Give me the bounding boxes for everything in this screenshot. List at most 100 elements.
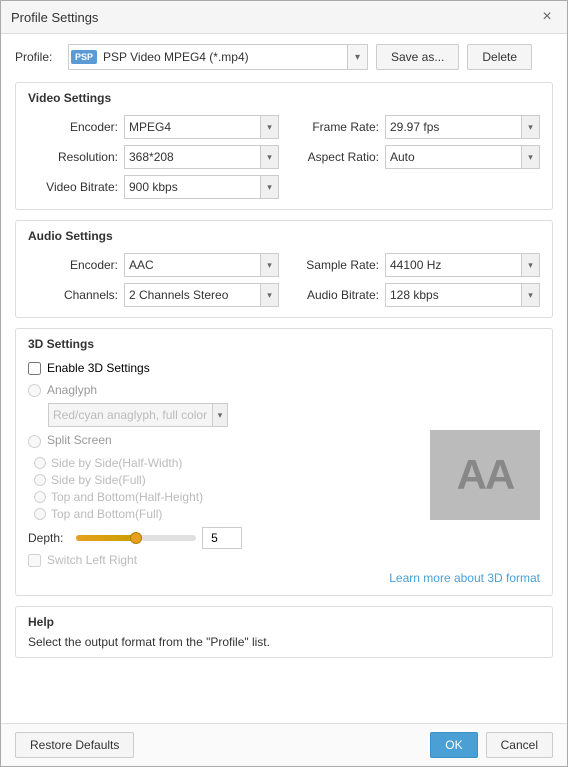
audio-settings-title: Audio Settings xyxy=(28,229,540,243)
channels-label: Channels: xyxy=(28,288,118,302)
restore-defaults-button[interactable]: Restore Defaults xyxy=(15,732,134,758)
option-top-bottom-half-radio[interactable] xyxy=(34,491,46,503)
resolution-label: Resolution: xyxy=(28,150,118,164)
learn-more-row: Learn more about 3D format xyxy=(28,571,540,585)
encoder-row: Encoder: MPEG4 ▾ xyxy=(28,115,279,139)
anaglyph-select[interactable]: Red/cyan anaglyph, full color xyxy=(49,408,212,422)
audio-bitrate-select[interactable]: 128 kbps xyxy=(386,288,521,302)
3d-preview: AA xyxy=(430,383,540,567)
profile-icon: PSP xyxy=(71,50,97,64)
video-bitrate-select[interactable]: 900 kbps xyxy=(125,180,260,194)
depth-thumb[interactable] xyxy=(130,532,142,544)
frame-rate-select[interactable]: 29.97 fps xyxy=(386,120,521,134)
option-side-by-side-half: Side by Side(Half-Width) xyxy=(34,456,420,470)
video-bitrate-select-wrapper[interactable]: 900 kbps ▾ xyxy=(124,175,279,199)
frame-rate-select-wrapper[interactable]: 29.97 fps ▾ xyxy=(385,115,540,139)
help-section: Help Select the output format from the "… xyxy=(15,606,553,658)
anaglyph-row: Anaglyph xyxy=(28,383,420,397)
learn-more-link[interactable]: Learn more about 3D format xyxy=(389,571,540,585)
profile-settings-dialog: Profile Settings × Profile: PSP PSP Vide… xyxy=(0,0,568,767)
help-title: Help xyxy=(28,615,540,629)
split-screen-label: Split Screen xyxy=(47,433,112,447)
enable-3d-checkbox[interactable] xyxy=(28,362,41,375)
resolution-select-wrapper[interactable]: 368*208 ▾ xyxy=(124,145,279,169)
help-text: Select the output format from the "Profi… xyxy=(28,635,540,649)
audio-encoder-select-wrapper[interactable]: AAC ▾ xyxy=(124,253,279,277)
option-top-bottom-half-label: Top and Bottom(Half-Height) xyxy=(51,490,203,504)
option-side-by-side-full: Side by Side(Full) xyxy=(34,473,420,487)
dialog-content: Profile: PSP PSP Video MPEG4 (*.mp4) ▾ S… xyxy=(1,34,567,723)
depth-input[interactable] xyxy=(202,527,242,549)
video-settings-grid: Encoder: MPEG4 ▾ Frame Rate: 29.97 fps xyxy=(28,115,540,199)
video-bitrate-label: Video Bitrate: xyxy=(28,180,118,194)
option-top-bottom-full-label: Top and Bottom(Full) xyxy=(51,507,162,521)
option-side-by-side-half-radio[interactable] xyxy=(34,457,46,469)
3d-left: Anaglyph Red/cyan anaglyph, full color ▾ xyxy=(28,383,420,567)
encoder-select-wrapper[interactable]: MPEG4 ▾ xyxy=(124,115,279,139)
profile-select-wrapper[interactable]: PSP PSP Video MPEG4 (*.mp4) ▾ xyxy=(68,44,368,70)
sample-rate-select-wrapper[interactable]: 44100 Hz ▾ xyxy=(385,253,540,277)
depth-fill xyxy=(76,535,136,541)
aspect-ratio-select-wrapper[interactable]: Auto ▾ xyxy=(385,145,540,169)
aspect-ratio-row: Aspect Ratio: Auto ▾ xyxy=(289,145,540,169)
aspect-ratio-label: Aspect Ratio: xyxy=(289,150,379,164)
delete-button[interactable]: Delete xyxy=(467,44,532,70)
sample-rate-row: Sample Rate: 44100 Hz ▾ xyxy=(289,253,540,277)
audio-encoder-select[interactable]: AAC xyxy=(125,258,260,272)
switch-label: Switch Left Right xyxy=(47,553,137,567)
channels-select-wrapper[interactable]: 2 Channels Stereo ▾ xyxy=(124,283,279,307)
preview-aa-text: AA xyxy=(457,451,514,499)
depth-label: Depth: xyxy=(28,531,70,545)
audio-bitrate-row: Audio Bitrate: 128 kbps ▾ xyxy=(289,283,540,307)
split-screen-row: Split Screen xyxy=(28,433,420,450)
footer: Restore Defaults OK Cancel xyxy=(1,723,567,766)
sample-rate-arrow: ▾ xyxy=(521,254,539,276)
aspect-ratio-select[interactable]: Auto xyxy=(386,150,521,164)
title-bar: Profile Settings × xyxy=(1,1,567,34)
video-settings-title: Video Settings xyxy=(28,91,540,105)
option-side-by-side-half-label: Side by Side(Half-Width) xyxy=(51,456,182,470)
encoder-arrow: ▾ xyxy=(260,116,278,138)
switch-checkbox[interactable] xyxy=(28,554,41,567)
depth-row: Depth: xyxy=(28,527,420,549)
save-as-button[interactable]: Save as... xyxy=(376,44,459,70)
profile-label: Profile: xyxy=(15,50,60,64)
ok-button[interactable]: OK xyxy=(430,732,477,758)
audio-bitrate-select-wrapper[interactable]: 128 kbps ▾ xyxy=(385,283,540,307)
dialog-title: Profile Settings xyxy=(11,10,98,25)
depth-track[interactable] xyxy=(76,535,196,541)
audio-encoder-label: Encoder: xyxy=(28,258,118,272)
encoder-label: Encoder: xyxy=(28,120,118,134)
channels-select[interactable]: 2 Channels Stereo xyxy=(125,288,260,302)
preview-box: AA xyxy=(430,430,540,520)
resolution-select[interactable]: 368*208 xyxy=(125,150,260,164)
resolution-row: Resolution: 368*208 ▾ xyxy=(28,145,279,169)
frame-rate-arrow: ▾ xyxy=(521,116,539,138)
option-top-bottom-half: Top and Bottom(Half-Height) xyxy=(34,490,420,504)
video-settings-section: Video Settings Encoder: MPEG4 ▾ Frame Ra… xyxy=(15,82,553,210)
cancel-button[interactable]: Cancel xyxy=(486,732,553,758)
frame-rate-row: Frame Rate: 29.97 fps ▾ xyxy=(289,115,540,139)
enable-3d-row: Enable 3D Settings xyxy=(28,361,540,375)
profile-select[interactable]: PSP Video MPEG4 (*.mp4) xyxy=(99,50,347,64)
anaglyph-arrow: ▾ xyxy=(212,404,227,426)
anaglyph-select-wrapper[interactable]: Red/cyan anaglyph, full color ▾ xyxy=(48,403,228,427)
anaglyph-radio[interactable] xyxy=(28,384,41,397)
encoder-select[interactable]: MPEG4 xyxy=(125,120,260,134)
switch-row: Switch Left Right xyxy=(28,553,420,567)
audio-encoder-row: Encoder: AAC ▾ xyxy=(28,253,279,277)
audio-settings-section: Audio Settings Encoder: AAC ▾ Sample Rat… xyxy=(15,220,553,318)
option-top-bottom-full: Top and Bottom(Full) xyxy=(34,507,420,521)
split-screen-options: Side by Side(Half-Width) Side by Side(Fu… xyxy=(34,456,420,521)
footer-right: OK Cancel xyxy=(430,732,553,758)
option-top-bottom-full-radio[interactable] xyxy=(34,508,46,520)
resolution-arrow: ▾ xyxy=(260,146,278,168)
split-screen-radio[interactable] xyxy=(28,435,41,448)
3d-settings-title: 3D Settings xyxy=(28,337,540,351)
option-side-by-side-full-radio[interactable] xyxy=(34,474,46,486)
anaglyph-label: Anaglyph xyxy=(47,383,107,397)
aspect-ratio-arrow: ▾ xyxy=(521,146,539,168)
close-button[interactable]: × xyxy=(537,7,557,27)
sample-rate-select[interactable]: 44100 Hz xyxy=(386,258,521,272)
audio-settings-grid: Encoder: AAC ▾ Sample Rate: 44100 Hz xyxy=(28,253,540,307)
